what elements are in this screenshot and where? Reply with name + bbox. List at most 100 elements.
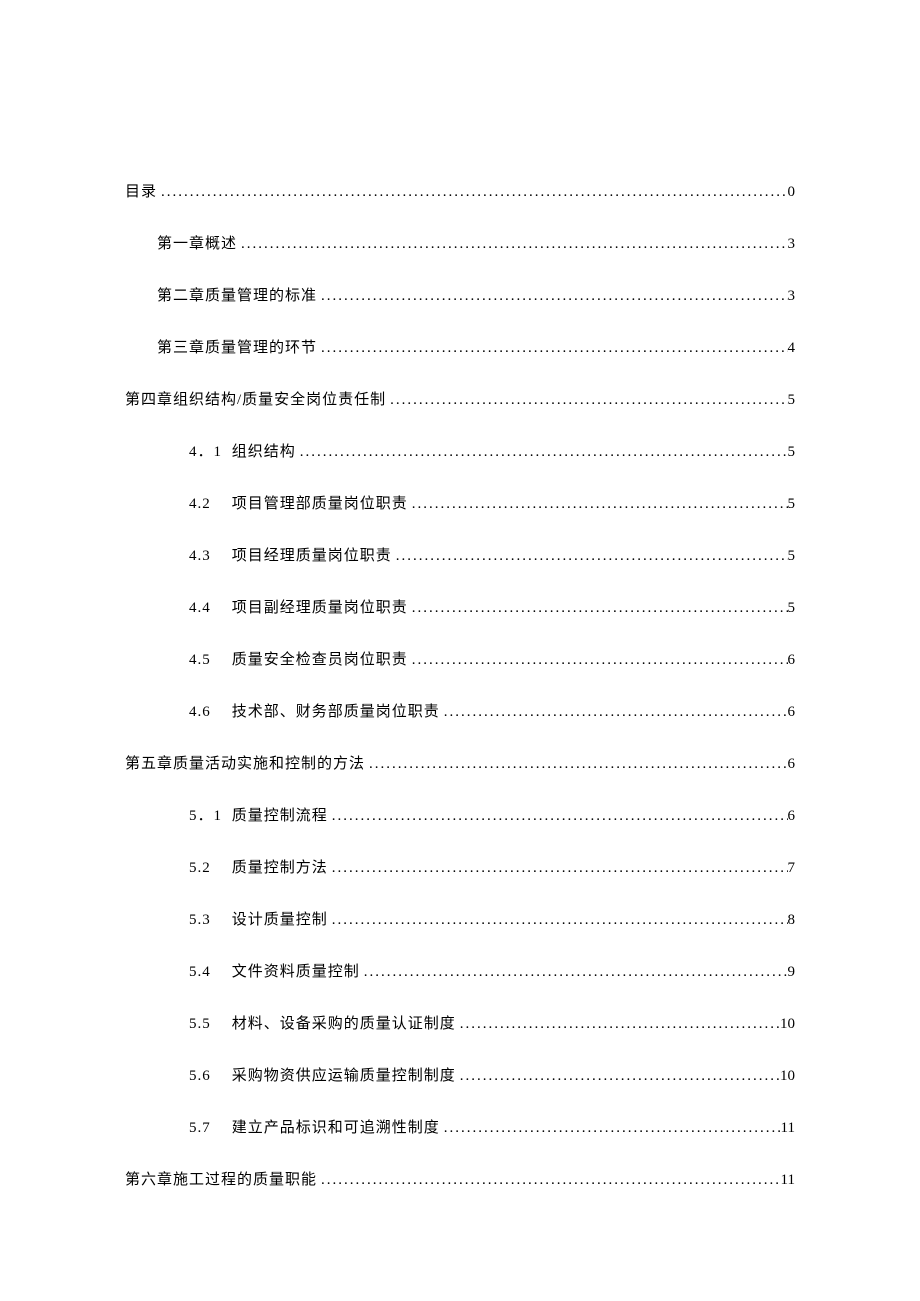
toc-entry: 4.6 技术部、财务部质量岗位职责 6 [125, 700, 795, 724]
toc-leader-dots [317, 336, 787, 360]
toc-page-number: 6 [788, 804, 796, 828]
toc-page-number: 11 [781, 1168, 795, 1192]
toc-leader-dots [360, 960, 788, 984]
toc-label: 5．1 质量控制流程 [189, 804, 328, 828]
toc-label: 第四章组织结构/质量安全岗位责任制 [125, 388, 386, 412]
toc-entry: 第六章施工过程的质量职能 11 [125, 1168, 795, 1192]
toc-entry: 4.2 项目管理部质量岗位职责 5 [125, 492, 795, 516]
toc-section-title: 质量控制流程 [232, 808, 328, 824]
toc-section-title: 项目副经理质量岗位职责 [232, 600, 408, 616]
toc-leader-dots [456, 1012, 780, 1036]
toc-section-title: 文件资料质量控制 [232, 964, 360, 980]
toc-section-title: 项目经理质量岗位职责 [232, 548, 392, 564]
toc-label: 第三章质量管理的环节 [157, 336, 317, 360]
toc-section-title: 设计质量控制 [232, 912, 328, 928]
toc-entry: 4.3 项目经理质量岗位职责 5 [125, 544, 795, 568]
toc-leader-dots [365, 752, 787, 776]
toc-label: 第五章质量活动实施和控制的方法 [125, 752, 365, 776]
toc-section-number: 5．1 [189, 804, 227, 828]
toc-label: 5.2 质量控制方法 [189, 856, 328, 880]
toc-label: 第二章质量管理的标准 [157, 284, 317, 308]
toc-page-number: 3 [788, 232, 796, 256]
toc-page-number: 5 [788, 544, 796, 568]
toc-label: 4.3 项目经理质量岗位职责 [189, 544, 392, 568]
toc-section-number: 4.5 [189, 648, 227, 672]
toc-section-number: 5.5 [189, 1012, 227, 1036]
toc-leader-dots [408, 596, 788, 620]
toc-section-title: 组织结构 [232, 444, 296, 460]
toc-section-number: 4.4 [189, 596, 227, 620]
toc-page-number: 5 [788, 440, 796, 464]
toc-label: 目录 [125, 180, 157, 204]
toc-leader-dots [317, 1168, 781, 1192]
toc-leader-dots [328, 908, 788, 932]
toc-page-number: 9 [788, 960, 796, 984]
toc-entry: 5.7 建立产品标识和可追溯性制度 11 [125, 1116, 795, 1140]
toc-entry: 5．1 质量控制流程 6 [125, 804, 795, 828]
toc-leader-dots [386, 388, 787, 412]
toc-label: 第六章施工过程的质量职能 [125, 1168, 317, 1192]
toc-label: 4．1 组织结构 [189, 440, 296, 464]
toc-section-number: 4.2 [189, 492, 227, 516]
toc-label: 5.3 设计质量控制 [189, 908, 328, 932]
toc-leader-dots [296, 440, 788, 464]
toc-entry: 4.4 项目副经理质量岗位职责 5 [125, 596, 795, 620]
toc-section-title: 质量控制方法 [232, 860, 328, 876]
toc-entry: 5.5 材料、设备采购的质量认证制度 10 [125, 1012, 795, 1036]
toc-page-number: 3 [788, 284, 796, 308]
toc-section-number: 4．1 [189, 440, 227, 464]
toc-section-title: 采购物资供应运输质量控制制度 [232, 1068, 456, 1084]
toc-page-number: 4 [788, 336, 796, 360]
toc-leader-dots [440, 1116, 781, 1140]
toc-page-number: 5 [788, 596, 796, 620]
toc-leader-dots [408, 648, 788, 672]
toc-entry: 第二章质量管理的标准 3 [125, 284, 795, 308]
toc-section-title: 技术部、财务部质量岗位职责 [232, 704, 440, 720]
toc-label: 第一章概述 [157, 232, 237, 256]
toc-entry: 第三章质量管理的环节 4 [125, 336, 795, 360]
toc-section-number: 5.3 [189, 908, 227, 932]
toc-section-title: 建立产品标识和可追溯性制度 [232, 1120, 440, 1136]
toc-entry: 第五章质量活动实施和控制的方法 6 [125, 752, 795, 776]
toc-leader-dots [440, 700, 788, 724]
toc-section-number: 4.3 [189, 544, 227, 568]
toc-leader-dots [317, 284, 787, 308]
toc-page-number: 5 [788, 388, 796, 412]
toc-leader-dots [237, 232, 787, 256]
toc-page-number: 5 [788, 492, 796, 516]
toc-section-title: 项目管理部质量岗位职责 [232, 496, 408, 512]
toc-leader-dots [157, 180, 787, 204]
toc-label: 5.5 材料、设备采购的质量认证制度 [189, 1012, 456, 1036]
toc-entry: 5.3 设计质量控制 8 [125, 908, 795, 932]
toc-page-number: 6 [788, 700, 796, 724]
toc-entry: 第一章概述 3 [125, 232, 795, 256]
toc-label: 5.6 采购物资供应运输质量控制制度 [189, 1064, 456, 1088]
toc-page-number: 0 [788, 180, 796, 204]
toc-leader-dots [328, 804, 788, 828]
toc-label: 5.4 文件资料质量控制 [189, 960, 360, 984]
toc-label: 4.2 项目管理部质量岗位职责 [189, 492, 408, 516]
toc-entry: 5.6 采购物资供应运输质量控制制度 10 [125, 1064, 795, 1088]
toc-entry: 4.5 质量安全检查员岗位职责 6 [125, 648, 795, 672]
toc-label: 4.4 项目副经理质量岗位职责 [189, 596, 408, 620]
toc-section-number: 5.7 [189, 1116, 227, 1140]
toc-section-number: 4.6 [189, 700, 227, 724]
toc-page-number: 8 [788, 908, 796, 932]
toc-entry: 目录 0 [125, 180, 795, 204]
toc-page-number: 11 [781, 1116, 795, 1140]
table-of-contents: 目录 0 第一章概述 3 第二章质量管理的标准 3 第三章质量管理的环节 4 第四章组织结构/质… [125, 180, 795, 1192]
toc-section-number: 5.6 [189, 1064, 227, 1088]
toc-leader-dots [392, 544, 788, 568]
toc-page-number: 7 [788, 856, 796, 880]
toc-entry: 5.2 质量控制方法 7 [125, 856, 795, 880]
toc-entry: 第四章组织结构/质量安全岗位责任制 5 [125, 388, 795, 412]
toc-page-number: 6 [788, 648, 796, 672]
toc-label: 4.5 质量安全检查员岗位职责 [189, 648, 408, 672]
toc-section-number: 5.4 [189, 960, 227, 984]
toc-page-number: 10 [780, 1064, 795, 1088]
toc-entry: 5.4 文件资料质量控制 9 [125, 960, 795, 984]
toc-section-number: 5.2 [189, 856, 227, 880]
toc-page-number: 6 [788, 752, 796, 776]
toc-label: 5.7 建立产品标识和可追溯性制度 [189, 1116, 440, 1140]
toc-leader-dots [408, 492, 788, 516]
